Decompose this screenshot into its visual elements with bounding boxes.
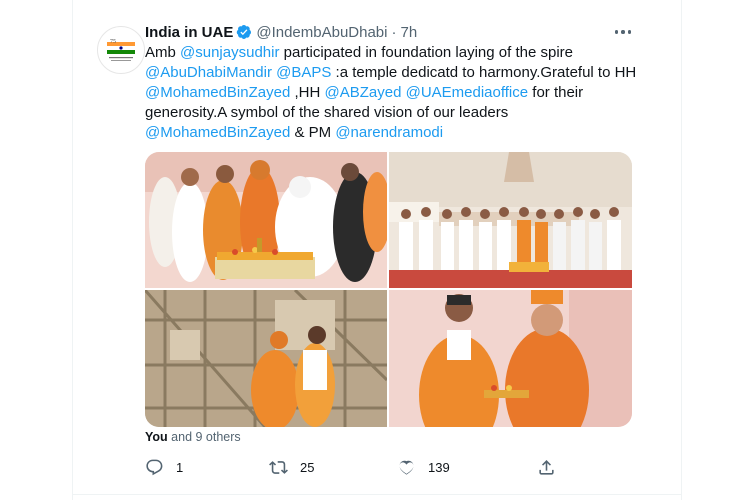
reply-count: 1 [176,459,184,475]
heart-icon [399,460,414,475]
tweet-text-segment: generosity.A symbol of the shared vision… [145,104,509,121]
share-button[interactable] [537,456,556,478]
timestamp[interactable]: 7h [400,24,417,41]
share-icon [539,459,554,475]
reply-button[interactable]: 1 [145,456,183,478]
mention-link[interactable]: @MohamedBinZayed [145,124,290,141]
tweet-card[interactable]: 75 India in UAE @IndembAbuDhabi · 7h Amb… [73,0,681,500]
mention-link[interactable]: @MohamedBinZayed [145,84,290,101]
tweet-text-segment: & PM [290,124,336,141]
author-handle[interactable]: @IndembAbuDhabi [256,24,387,41]
avatar[interactable]: 75 [97,26,145,74]
tweet-text-segment: participated in foundation laying of the… [279,44,573,61]
photo-offering[interactable] [389,290,632,427]
tweet-text-line: Amb @sunjaysudhir participated in founda… [145,43,630,63]
liked-by-you: You [145,430,168,444]
emblem-logo-icon: 75 [107,39,135,61]
verified-badge-icon [237,25,252,39]
tweet-text: Amb @sunjaysudhir participated in founda… [145,43,636,143]
mention-link[interactable]: @UAEmediaoffice [406,84,529,101]
photo-foundation-ceremony[interactable] [145,152,387,288]
mention-link[interactable]: @BAPS [276,64,331,81]
timeline-right-border [681,0,682,500]
tweet-text-line: @AbuDhabiMandir @BAPS :a temple dedicatd… [145,63,636,83]
more-dots-icon[interactable] [611,22,635,42]
tweet-text-segment: for their [528,84,584,101]
retweet-count: 25 [300,459,315,475]
retweet-button[interactable]: 25 [269,456,314,478]
reply-icon [146,459,163,475]
tweet-text-line: generosity.A symbol of the shared vision… [145,103,630,123]
mention-link[interactable]: @sunjaysudhir [180,44,279,61]
tweet-text-segment: :a temple dedicatd to harmony.Grateful t… [331,64,637,81]
retweet-icon [269,460,288,474]
photo-group-dignitaries[interactable] [389,152,632,288]
liked-by-text[interactable]: You and 9 others [145,430,241,444]
mention-link[interactable]: @AbuDhabiMandir [145,64,272,81]
author-name[interactable]: India in UAE [145,24,233,41]
tweet-divider [73,494,681,495]
tweet-text-line: @MohamedBinZayed & PM @narendramodi [145,123,630,143]
svg-text:75: 75 [110,39,116,45]
media-grid [145,152,632,427]
like-count: 139 [428,459,450,475]
tweet-text-segment: ,HH [290,84,325,101]
separator: · [391,23,397,41]
like-button[interactable]: 139 [397,456,450,478]
mention-link[interactable]: @ABZayed [324,84,401,101]
tweet-text-line: @MohamedBinZayed ,HH @ABZayed @UAEmediao… [145,83,630,103]
liked-by-others: and 9 others [167,430,241,444]
mention-link[interactable]: @narendramodi [335,124,443,141]
photo-scaffolding[interactable] [145,290,387,427]
action-bar: 1 25 139 [145,456,565,478]
tweet-header: India in UAE @IndembAbuDhabi · 7h [145,22,417,42]
tweet-text-segment: Amb [145,44,181,61]
